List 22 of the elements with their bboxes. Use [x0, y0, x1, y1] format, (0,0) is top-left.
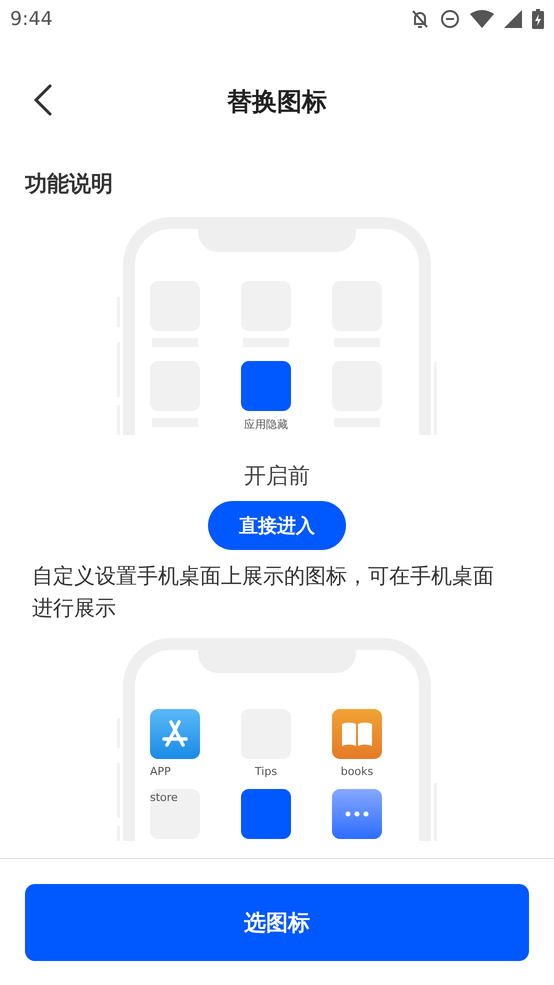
status-time: 9:44	[10, 8, 53, 30]
wifi-icon	[470, 10, 494, 28]
do-not-disturb-icon	[440, 9, 460, 29]
app-tile	[241, 789, 291, 839]
caption: 开启前	[243, 463, 311, 491]
section-title: 功能说明	[25, 171, 114, 199]
signal-icon	[504, 10, 522, 28]
battery-icon	[532, 9, 544, 29]
app-label: Tips	[254, 765, 278, 778]
app-tile	[241, 361, 291, 411]
app-label: APP	[150, 765, 171, 778]
app-store-icon	[160, 719, 190, 749]
app-label: store	[150, 791, 178, 804]
choose-icon-button[interactable]: 选图标	[25, 884, 529, 961]
book-icon	[340, 721, 374, 747]
app-label: 应用隐藏	[244, 417, 288, 432]
app-label: books	[340, 765, 374, 778]
enter-button[interactable]: 直接进入	[208, 501, 346, 550]
page-title: 替换图标	[227, 86, 327, 118]
more-icon	[345, 811, 369, 817]
bell-off-icon	[410, 9, 430, 29]
description: 自定义设置手机桌面上展示的图标，可在手机桌面进行展示	[32, 563, 495, 622]
